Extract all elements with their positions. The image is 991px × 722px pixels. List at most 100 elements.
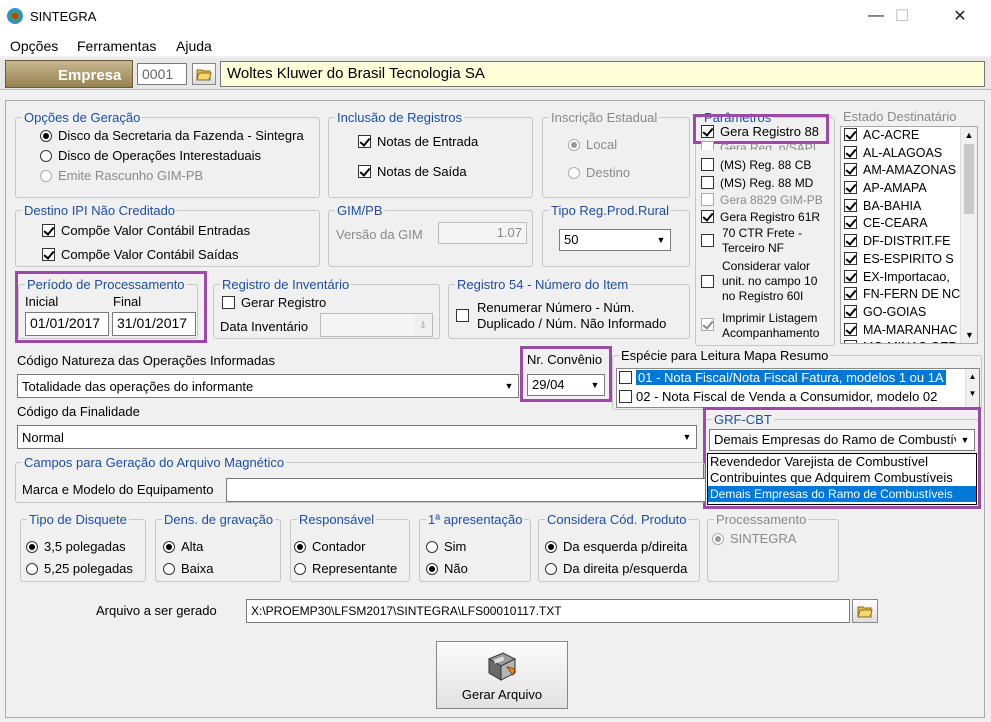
radio-35[interactable]: 3,5 polegadas [26, 539, 126, 554]
checkbox-gera-8829-gim-pb[interactable]: Gera 8829 GIM-PB [701, 193, 823, 207]
especie-item-01[interactable]: 01 - Nota Fiscal/Nota Fiscal Fatura, mod… [617, 369, 979, 387]
estado-checkbox[interactable] [844, 340, 857, 343]
estado-item-label: GO-GOIAS [863, 304, 927, 319]
estado-item-label: FN-FERN DE NC [863, 287, 961, 302]
radio-disco-sintegra[interactable]: Disco da Secretaria da Fazenda - Sintegr… [40, 128, 304, 143]
close-button[interactable]: ✕ [937, 0, 983, 32]
checkbox-70-ctr-frete-box[interactable] [701, 233, 720, 248]
checkbox-gerar-registro[interactable]: Gerar Registro [222, 295, 326, 310]
especie-scrollbar[interactable]: ▲ ▼ [965, 369, 979, 407]
menu-opcoes[interactable]: Opções [10, 38, 58, 54]
radio-sintegra[interactable]: SINTEGRA [712, 531, 796, 546]
estado-item[interactable]: CE-CEARA [841, 215, 977, 233]
checkbox-renumerar[interactable] [456, 308, 475, 323]
chevron-down-icon[interactable]: ▼ [586, 375, 604, 395]
estado-item[interactable]: EX-Importacao, [841, 269, 977, 287]
radio-emite-rascunho[interactable]: Emite Rascunho GIM-PB [40, 168, 203, 183]
checkbox-gera-registro-61r[interactable]: Gera Registro 61R [701, 210, 820, 224]
estado-checkbox[interactable] [844, 287, 857, 301]
periodo-inicial-input[interactable]: 01/01/2017 [25, 312, 109, 336]
natureza-select[interactable]: Totalidade das operações do informante ▼ [17, 374, 519, 398]
estado-checkbox[interactable] [844, 163, 857, 177]
arquivo-path-input[interactable]: X:\PROEMP30\LFSM2017\SINTEGRA\LFS0001011… [246, 599, 850, 623]
radio-alta[interactable]: Alta [163, 539, 203, 554]
estado-checkbox[interactable] [844, 234, 857, 248]
radio-local[interactable]: Local [568, 137, 617, 152]
radio-disco-interestaduais[interactable]: Disco de Operações Interestaduais [40, 148, 261, 163]
arquivo-browse-button[interactable] [852, 599, 878, 623]
estado-checkbox[interactable] [844, 128, 857, 141]
estado-checkbox[interactable] [844, 145, 857, 159]
estado-list[interactable]: AC-ACRE AL-ALAGOAS AM-AMAZONAS AP-AMAPA BA-B… [840, 126, 978, 344]
estado-checkbox[interactable] [844, 181, 857, 195]
scroll-thumb[interactable] [964, 144, 974, 214]
marca-modelo-label: Marca e Modelo do Equipamento [22, 482, 214, 497]
periodo-final-input[interactable]: 31/01/2017 [112, 312, 196, 336]
scroll-up-icon[interactable]: ▲ [961, 130, 977, 140]
radio-sim[interactable]: Sim [426, 539, 466, 554]
scroll-up-icon[interactable]: ▲ [966, 372, 979, 381]
chevron-down-icon[interactable]: ▼ [652, 230, 670, 250]
estado-item-label: CE-CEARA [863, 216, 928, 231]
estado-item[interactable]: ES-ESPIRITO S [841, 251, 977, 269]
checkbox-considerar-valor-box[interactable] [701, 274, 720, 289]
checkbox-ms-reg-88-cb[interactable]: (MS) Reg. 88 CB [701, 158, 811, 172]
estado-checkbox[interactable] [844, 198, 857, 212]
finalidade-select[interactable]: Normal ▼ [17, 425, 697, 449]
menu-ajuda[interactable]: Ajuda [176, 38, 212, 54]
estado-item[interactable]: FN-FERN DE NC [841, 286, 977, 304]
radio-525[interactable]: 5,25 polegadas [26, 561, 133, 576]
empresa-name-field[interactable]: Woltes Kluwer do Brasil Tecnologia SA [220, 61, 985, 87]
scroll-down-icon[interactable]: ▼ [965, 330, 974, 340]
convenio-select[interactable]: 29/04 ▼ [527, 374, 605, 396]
chevron-down-icon[interactable]: ▼ [678, 426, 696, 448]
estado-scrollbar[interactable]: ▲ ▼ [960, 127, 977, 343]
versao-gim-input[interactable]: 1.07 [438, 222, 527, 244]
estado-item[interactable]: DF-DISTRIT.FE [841, 233, 977, 251]
estado-checkbox[interactable] [844, 216, 857, 230]
tipo-rural-select[interactable]: 50 ▼ [559, 229, 671, 251]
checkbox-gera-reg-sapi[interactable]: Gera Reg. p/SAPI [701, 141, 816, 150]
estado-checkbox[interactable] [844, 322, 857, 336]
checkbox-notas-entrada[interactable]: Notas de Entrada [358, 134, 478, 149]
menu-ferramentas[interactable]: Ferramentas [77, 38, 156, 54]
empresa-browse-button[interactable] [192, 63, 216, 85]
estado-item[interactable]: GO-GOIAS [841, 304, 977, 322]
gerar-arquivo-button[interactable]: Gerar Arquivo [436, 641, 568, 709]
scroll-down-icon[interactable]: ▼ [966, 389, 979, 398]
estado-item[interactable]: BA-BAHIA [841, 198, 977, 216]
radio-nao[interactable]: Não [426, 561, 468, 576]
versao-gim-label: Versão da GIM [336, 227, 423, 242]
radio-contador[interactable]: Contador [294, 539, 365, 554]
estado-item[interactable]: AP-AMAPA [841, 180, 977, 198]
checkbox-ms-reg-88-md[interactable]: (MS) Reg. 88 MD [701, 176, 813, 190]
estado-item[interactable]: MG-MINAS GER [841, 339, 977, 343]
radio-representante[interactable]: Representante [294, 561, 397, 576]
estado-checkbox[interactable] [844, 251, 857, 265]
especie-item-02[interactable]: 02 - Nota Fiscal de Venda a Consumidor, … [617, 387, 979, 405]
estado-item[interactable]: AC-ACRE [841, 127, 977, 145]
marca-modelo-input[interactable] [226, 478, 706, 502]
estado-item-label: MA-MARANHAC [863, 322, 958, 337]
radio-direita-esquerda[interactable]: Da direita p/esquerda [545, 561, 687, 576]
checkbox-compoe-saidas[interactable]: Compõe Valor Contábil Saídas [42, 247, 239, 262]
radio-baixa[interactable]: Baixa [163, 561, 214, 576]
especie-list[interactable]: 01 - Nota Fiscal/Nota Fiscal Fatura, mod… [616, 368, 980, 408]
estado-checkbox[interactable] [844, 304, 857, 318]
chevron-down-icon[interactable]: ▼ [500, 375, 518, 397]
checkbox-compoe-entradas[interactable]: Compõe Valor Contábil Entradas [42, 223, 250, 238]
checkbox-gera-registro-88[interactable]: Gera Registro 88 [701, 124, 819, 139]
estado-item[interactable]: AM-AMAZONAS [841, 162, 977, 180]
estado-item[interactable]: AL-ALAGOAS [841, 145, 977, 163]
estado-checkbox[interactable] [844, 269, 857, 283]
checkbox-imprimir-listagem-box[interactable] [701, 317, 720, 332]
calendar-dropdown-icon[interactable]: ⇩ [414, 314, 432, 336]
estado-item-label: MG-MINAS GER [863, 340, 957, 343]
checkbox-notas-saida[interactable]: Notas de Saída [358, 164, 467, 179]
estado-item[interactable]: MA-MARANHAC [841, 322, 977, 340]
data-inventario-input[interactable]: ⇩ [320, 313, 433, 337]
maximize-button[interactable]: ☐ [879, 0, 925, 32]
radio-esquerda-direita[interactable]: Da esquerda p/direita [545, 539, 687, 554]
radio-destino[interactable]: Destino [568, 165, 630, 180]
empresa-code-input[interactable]: 0001 [137, 63, 187, 85]
